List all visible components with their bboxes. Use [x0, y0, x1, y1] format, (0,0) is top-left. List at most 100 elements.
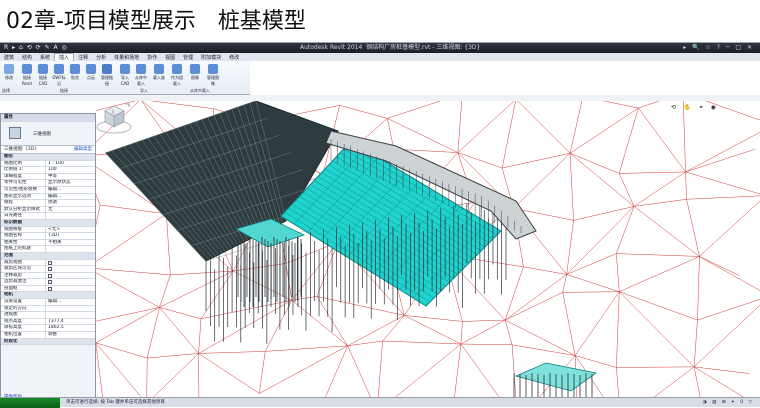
property-key: 视图名称 — [1, 233, 45, 239]
property-group-header[interactable]: 标识数据 — [1, 220, 95, 227]
property-group-header[interactable]: 阶段化 — [1, 339, 95, 346]
quick-access-toolbar[interactable]: R ▸ ⌂ ⟲ ⟳ ✎ A ◎ — [4, 43, 68, 53]
property-value[interactable]: 调整 — [45, 332, 95, 338]
property-key: 剖面框 — [1, 286, 45, 292]
property-value[interactable]: 编辑... — [45, 187, 95, 193]
property-row[interactable]: 裁剪区域可见 — [1, 266, 95, 273]
property-row[interactable]: 注释裁剪 — [1, 273, 95, 280]
property-value[interactable]: 1 : 100 — [45, 161, 95, 167]
property-row[interactable]: 零件可见性显示原状态 — [1, 180, 95, 187]
property-key: 详细程度 — [1, 174, 45, 180]
property-value[interactable]: 编辑... — [45, 194, 95, 200]
property-row[interactable]: 可见性/图形替换编辑... — [1, 187, 95, 194]
load-as-group-button[interactable]: 作为组载入 — [170, 64, 184, 82]
property-row[interactable]: 默认分析显示样式无 — [1, 207, 95, 214]
3d-viewport[interactable]: ⟲ ✋ ⌖ ◉ 上 — [96, 101, 760, 397]
property-value[interactable]: 1862.5 — [45, 325, 95, 331]
property-value[interactable] — [45, 273, 95, 279]
property-row[interactable]: 锁定的方向 — [1, 306, 95, 313]
image-button[interactable]: 图像 — [188, 64, 202, 82]
model-canvas[interactable] — [96, 101, 760, 397]
property-value[interactable] — [45, 246, 95, 252]
property-group-header[interactable]: 相机 — [1, 292, 95, 299]
property-value[interactable]: 中等 — [45, 174, 95, 180]
property-value[interactable]: 显示原状态 — [45, 180, 95, 186]
property-row[interactable]: 剖面框 — [1, 286, 95, 293]
view-control-bar[interactable] — [0, 398, 60, 408]
checkbox[interactable] — [48, 267, 52, 271]
property-value[interactable] — [45, 260, 95, 266]
checkbox[interactable] — [48, 261, 52, 265]
view-selector[interactable]: 三维视图: {3D}编辑类型 — [1, 146, 95, 154]
property-row[interactable]: 视图比例1 : 100 — [1, 161, 95, 168]
viewcube[interactable]: 上 — [96, 101, 132, 135]
type-selector[interactable]: 三维视图 — [1, 122, 95, 146]
3d-view-icon — [9, 127, 21, 139]
mesh-edge — [383, 315, 405, 341]
property-row[interactable]: 规程协调 — [1, 200, 95, 207]
property-value[interactable] — [45, 279, 95, 285]
mesh-edge — [697, 256, 699, 320]
dwf-markup-button[interactable]: DWF标记 — [52, 64, 66, 82]
property-row[interactable]: 图纸上的标题 — [1, 246, 95, 253]
mesh-edge — [694, 367, 749, 374]
property-value[interactable]: 7377.4 — [45, 319, 95, 325]
mesh-edge — [461, 321, 462, 344]
property-row[interactable]: 渲染设置编辑... — [1, 299, 95, 306]
property-value[interactable]: {3D} — [45, 233, 95, 239]
property-value[interactable] — [45, 286, 95, 292]
property-value[interactable]: 无 — [45, 207, 95, 213]
mesh-edge — [317, 296, 404, 315]
property-row[interactable]: 透视图 — [1, 312, 95, 319]
property-row[interactable]: 相关性不相关 — [1, 240, 95, 247]
property-row[interactable]: 目标高度1862.5 — [1, 325, 95, 332]
property-row[interactable]: 裁剪视图 — [1, 260, 95, 267]
property-value[interactable] — [45, 306, 95, 312]
decal-button[interactable]: 贴花 — [68, 64, 82, 82]
property-row[interactable]: 日光路径 — [1, 213, 95, 220]
property-value[interactable]: <无> — [45, 227, 95, 233]
property-row[interactable]: 详细程度中等 — [1, 174, 95, 181]
property-row[interactable]: 视图样板<无> — [1, 227, 95, 234]
checkbox[interactable] — [48, 280, 52, 284]
property-value[interactable]: 不相关 — [45, 240, 95, 246]
edit-type-button[interactable]: 编辑类型 — [74, 146, 92, 154]
mesh-edge — [96, 205, 100, 268]
property-group-header[interactable]: 范围 — [1, 253, 95, 260]
property-row[interactable]: 视点高度7377.4 — [1, 319, 95, 326]
property-value[interactable] — [45, 312, 95, 318]
property-value[interactable]: 协调 — [45, 200, 95, 206]
property-value[interactable] — [45, 213, 95, 219]
navigation-bar[interactable]: ⟲ ✋ ⌖ ◉ — [671, 104, 731, 112]
home-icon[interactable] — [126, 104, 129, 107]
type-name: 三维视图 — [33, 131, 51, 137]
load-from-library-button[interactable]: 从库中载入 — [134, 64, 148, 82]
property-group-header[interactable]: 图形 — [1, 154, 95, 161]
checkbox[interactable] — [48, 274, 52, 278]
app-name: Autodesk Revit 2014 — [300, 44, 362, 51]
group-library-label: 从库中载入 — [190, 88, 210, 94]
property-value[interactable]: 100 — [45, 167, 95, 173]
link-cad-button[interactable]: 链接CAD — [36, 64, 50, 82]
manage-images-button[interactable]: 管理图像 — [206, 64, 220, 82]
property-row[interactable]: 远剪裁激活 — [1, 279, 95, 286]
property-value[interactable]: 编辑... — [45, 299, 95, 305]
property-key: 图纸上的标题 — [1, 246, 45, 252]
mesh-edge — [377, 341, 382, 397]
revit-window: R ▸ ⌂ ⟲ ⟳ ✎ A ◎ Autodesk Revit 2014 钢结构厂… — [0, 42, 760, 406]
property-row[interactable]: 比例值 1:100 — [1, 167, 95, 174]
property-row[interactable]: 视图名称{3D} — [1, 233, 95, 240]
point-cloud-button[interactable]: 点云 — [84, 64, 98, 82]
property-row[interactable]: 图形显示选项编辑... — [1, 194, 95, 201]
manage-links-button[interactable]: 管理链接 — [100, 64, 114, 82]
property-value[interactable] — [45, 266, 95, 272]
load-family-button[interactable]: 载入族 — [152, 64, 166, 82]
import-cad-button[interactable]: 导入CAD — [118, 64, 132, 82]
mesh-edge — [567, 274, 620, 291]
checkbox[interactable] — [48, 287, 52, 291]
modify-button[interactable]: 修改 — [2, 64, 16, 82]
status-icons[interactable]: ◑ ▤ ⊞ ✦ 0 ▽ — [703, 398, 754, 408]
property-row[interactable]: 相机位置调整 — [1, 332, 95, 339]
link-revit-button[interactable]: 链接Revit — [20, 64, 34, 82]
window-controls[interactable]: ▸ 🔍 ☆ ? ─ □ ✕ — [683, 43, 754, 53]
